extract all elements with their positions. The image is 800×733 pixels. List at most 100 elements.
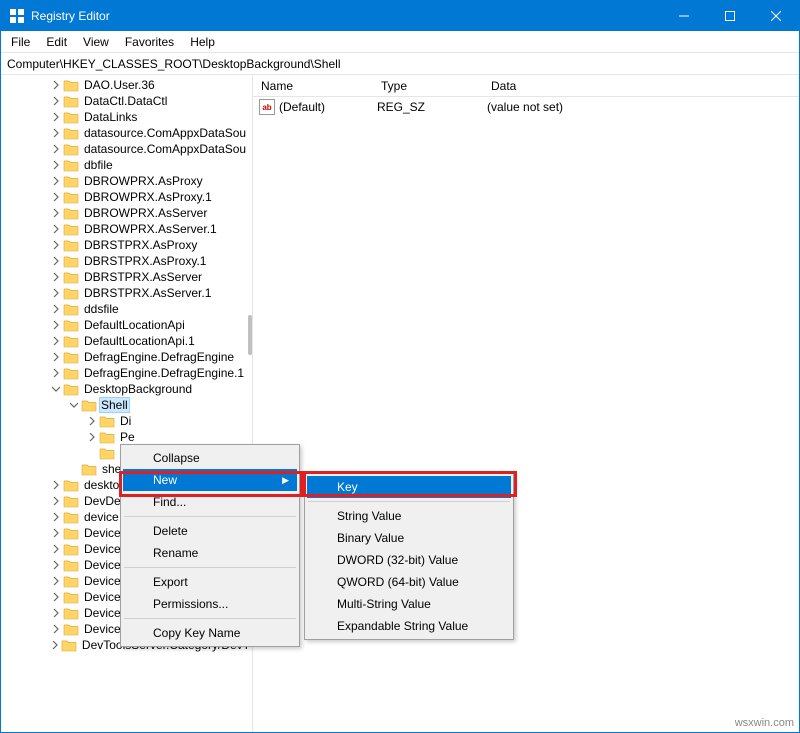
tree-item[interactable]: DBROWPRX.AsProxy.1 [1,189,252,205]
menu-favorites[interactable]: Favorites [117,33,182,51]
tree-item[interactable]: ddsfile [1,301,252,317]
chevron-right-icon[interactable] [85,433,99,441]
chevron-right-icon[interactable] [49,497,63,505]
folder-icon [63,190,79,204]
chevron-right-icon[interactable] [49,257,63,265]
chevron-right-icon[interactable] [49,577,63,585]
tree-item[interactable]: Di [1,413,252,429]
folder-icon [63,366,79,380]
menu-item-key[interactable]: Key [307,476,511,498]
tree-scrollbar[interactable] [248,315,252,355]
menu-view[interactable]: View [75,33,117,51]
chevron-right-icon[interactable] [49,289,63,297]
tree-item[interactable]: DataCtl.DataCtl [1,93,252,109]
chevron-right-icon[interactable] [49,641,61,649]
chevron-right-icon[interactable] [49,193,63,201]
chevron-right-icon[interactable] [49,609,63,617]
titlebar[interactable]: Registry Editor [1,1,799,31]
chevron-right-icon[interactable] [49,369,63,377]
folder-icon [99,430,115,444]
menu-item-collapse[interactable]: Collapse [123,447,297,469]
chevron-down-icon[interactable] [49,385,63,393]
tree-item[interactable]: DBRSTPRX.AsProxy.1 [1,253,252,269]
tree-item[interactable]: Shell [1,397,252,413]
tree-item[interactable]: DefragEngine.DefragEngine.1 [1,365,252,381]
chevron-right-icon[interactable] [49,113,63,121]
tree-item[interactable]: dbfile [1,157,252,173]
chevron-right-icon[interactable] [49,177,63,185]
menu-item-qword-64-bit-value[interactable]: QWORD (64-bit) Value [307,571,511,593]
tree-item[interactable]: datasource.ComAppxDataSou [1,125,252,141]
tree-item-label: DefaultLocationApi [82,318,187,332]
chevron-right-icon[interactable] [49,593,63,601]
address-bar[interactable]: Computer\HKEY_CLASSES_ROOT\DesktopBackgr… [1,53,799,75]
tree-item[interactable]: DBRSTPRX.AsProxy [1,237,252,253]
chevron-right-icon[interactable] [49,481,63,489]
menu-item-rename[interactable]: Rename [123,542,297,564]
menu-item-string-value[interactable]: String Value [307,505,511,527]
menu-item-find[interactable]: Find... [123,491,297,513]
chevron-right-icon[interactable] [85,417,99,425]
tree-item[interactable]: DBRSTPRX.AsServer [1,269,252,285]
chevron-right-icon[interactable] [49,145,63,153]
chevron-right-icon[interactable] [49,321,63,329]
maximize-button[interactable] [707,1,753,31]
chevron-right-icon[interactable] [49,81,63,89]
chevron-down-icon[interactable] [67,401,81,409]
value-type: REG_SZ [377,100,487,114]
menu-item-copy-key-name[interactable]: Copy Key Name [123,622,297,644]
tree-item[interactable]: DBROWPRX.AsServer [1,205,252,221]
column-data[interactable]: Data [483,77,799,95]
chevron-right-icon[interactable] [49,129,63,137]
chevron-right-icon[interactable] [49,273,63,281]
menu-item-dword-32-bit-value[interactable]: DWORD (32-bit) Value [307,549,511,571]
tree-item[interactable]: DefragEngine.DefragEngine [1,349,252,365]
tree-item[interactable]: datasource.ComAppxDataSou [1,141,252,157]
menu-item-binary-value[interactable]: Binary Value [307,527,511,549]
column-name[interactable]: Name [253,77,373,95]
chevron-right-icon[interactable] [49,305,63,313]
column-type[interactable]: Type [373,77,483,95]
menu-edit[interactable]: Edit [38,33,75,51]
tree-item[interactable]: Pe [1,429,252,445]
chevron-right-icon[interactable] [49,241,63,249]
menu-item-export[interactable]: Export [123,571,297,593]
menu-item-multi-string-value[interactable]: Multi-String Value [307,593,511,615]
chevron-right-icon[interactable] [49,561,63,569]
menu-item-delete[interactable]: Delete [123,520,297,542]
tree-item[interactable]: DesktopBackground [1,381,252,397]
tree-item-label: DBROWPRX.AsProxy.1 [82,190,214,204]
tree-item[interactable]: DefaultLocationApi.1 [1,333,252,349]
folder-icon [63,302,79,316]
tree-item-label: dbfile [82,158,115,172]
chevron-right-icon[interactable] [49,353,63,361]
chevron-right-icon[interactable] [49,513,63,521]
list-row[interactable]: ab(Default)REG_SZ(value not set) [253,97,799,117]
chevron-right-icon[interactable] [49,625,63,633]
chevron-right-icon[interactable] [49,545,63,553]
tree-item[interactable]: DBROWPRX.AsServer.1 [1,221,252,237]
chevron-right-icon[interactable] [49,337,63,345]
minimize-button[interactable] [661,1,707,31]
tree-item[interactable]: DataLinks [1,109,252,125]
chevron-right-icon[interactable] [49,97,63,105]
menu-help[interactable]: Help [182,33,223,51]
chevron-right-icon[interactable] [49,161,63,169]
folder-icon [63,206,79,220]
menu-item-new[interactable]: New [123,469,297,491]
chevron-right-icon[interactable] [49,529,63,537]
folder-icon [81,462,97,476]
tree-item[interactable]: DefaultLocationApi [1,317,252,333]
chevron-right-icon[interactable] [49,225,63,233]
menu-separator [124,618,296,619]
string-value-icon: ab [259,99,275,115]
menu-file[interactable]: File [3,33,38,51]
tree-item[interactable]: DBRSTPRX.AsServer.1 [1,285,252,301]
context-menu-key: CollapseNewFind... DeleteRename ExportPerm… [120,444,300,647]
menu-item-permissions[interactable]: Permissions... [123,593,297,615]
menu-item-expandable-string-value[interactable]: Expandable String Value [307,615,511,637]
chevron-right-icon[interactable] [49,209,63,217]
tree-item[interactable]: DAO.User.36 [1,77,252,93]
tree-item[interactable]: DBROWPRX.AsProxy [1,173,252,189]
close-button[interactable] [753,1,799,31]
